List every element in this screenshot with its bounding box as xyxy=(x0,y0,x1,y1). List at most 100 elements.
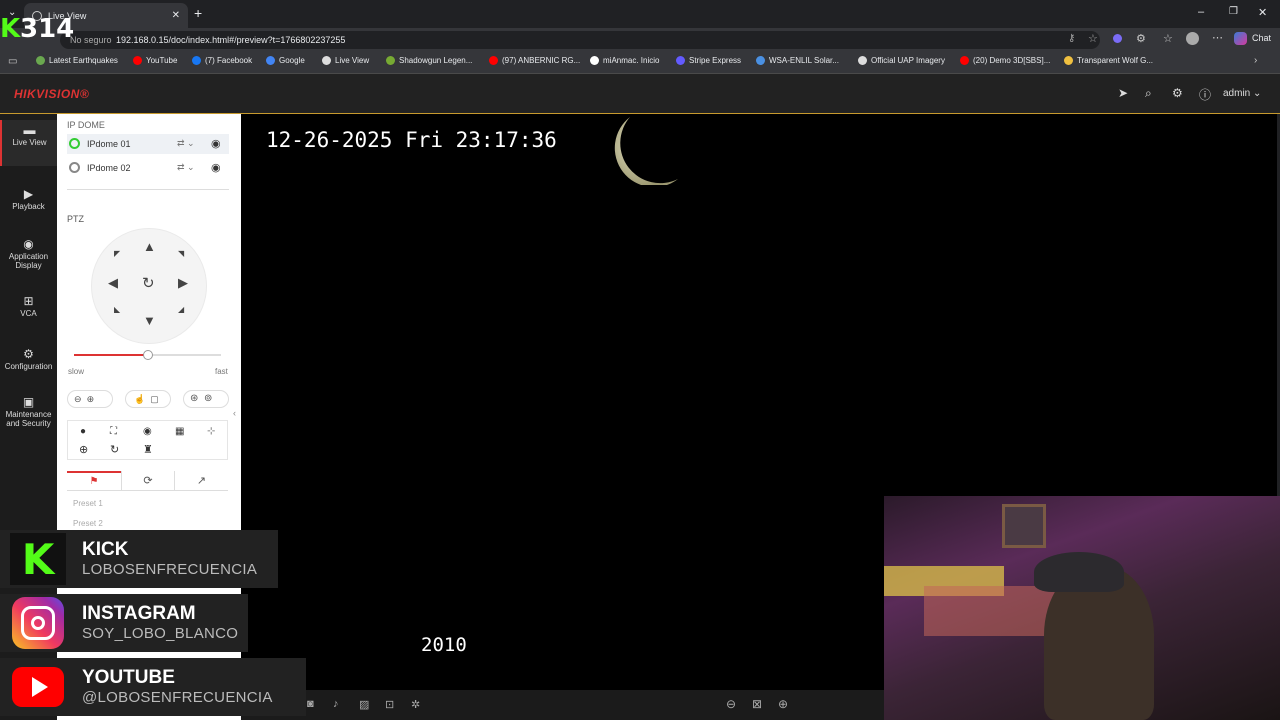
tab-presets[interactable]: ⚑ xyxy=(67,471,121,491)
bookmark-label: Latest Earthquakes xyxy=(49,56,118,65)
bookmark-favicon-icon xyxy=(858,56,867,65)
puzzle-icon[interactable]: ⚙ xyxy=(1136,32,1146,45)
social-name: YOUTUBE xyxy=(82,667,175,688)
light-icon[interactable]: ● xyxy=(80,426,86,437)
nav-item-live-view[interactable]: ▬ Live View xyxy=(0,120,57,166)
bookmark-item[interactable]: miAnmac. Inicio xyxy=(590,56,659,65)
fast-label: fast xyxy=(215,367,228,376)
capture-icon[interactable]: ◙ xyxy=(307,698,314,710)
url-field[interactable]: No seguro 192.168.0.15/doc/index.html#/p… xyxy=(60,31,1100,49)
bookmark-item[interactable]: (20) Demo 3D[SBS]... xyxy=(960,56,1050,65)
ptz-auto-button[interactable]: ↻ xyxy=(142,274,155,292)
image-icon[interactable]: ▨ xyxy=(359,698,369,711)
bookmark-favicon-icon xyxy=(756,56,765,65)
nav-item-playback[interactable]: ▶ Playback xyxy=(0,187,57,211)
3d-position-icon[interactable]: ✲ xyxy=(411,698,420,711)
settings-icon[interactable]: ⚙ xyxy=(1172,86,1183,100)
previous-icon[interactable]: ⊖ xyxy=(726,697,736,711)
ptz-down-button[interactable]: ▼ xyxy=(143,313,156,328)
info-icon[interactable]: ⓘ xyxy=(1199,86,1211,103)
playback-icon: ▶ xyxy=(23,187,34,201)
stop-all-icon[interactable]: ⊠ xyxy=(752,697,762,711)
new-tab-icon[interactable]: + xyxy=(194,5,202,21)
bookmark-item[interactable]: Stripe Express xyxy=(676,56,741,65)
bookmark-label: YouTube xyxy=(146,56,178,65)
zoom-area-icon[interactable]: ⊕ xyxy=(79,443,88,456)
iris-open-icon[interactable]: ⊚ xyxy=(204,393,212,404)
copilot-icon[interactable] xyxy=(1234,32,1247,45)
app-header: HIKVISION® ➤ ⌕ ⚙ ⓘ admin ⌄ xyxy=(0,74,1280,114)
extension-icon[interactable] xyxy=(1113,34,1122,43)
bookmark-item[interactable]: Live View xyxy=(322,56,369,65)
star-icon[interactable]: ☆ xyxy=(1088,32,1098,45)
bookmark-item[interactable]: WSA-ENLIL Solar... xyxy=(756,56,839,65)
bookmark-item[interactable]: YouTube xyxy=(133,56,177,65)
camera-group-title: IP DOME xyxy=(67,120,105,130)
grid-icon[interactable]: ▦ xyxy=(175,426,184,437)
nav-item-application-display[interactable]: ◉ Application Display xyxy=(0,238,57,270)
bookmark-item[interactable]: Official UAP Imagery xyxy=(858,56,945,65)
focus-near-icon[interactable]: ☝ xyxy=(134,394,145,404)
digital-zoom-icon[interactable]: ⊡ xyxy=(385,698,394,711)
sidebar-toggle-icon[interactable]: ▭ xyxy=(8,56,17,67)
track-icon[interactable]: ⊹ xyxy=(207,426,215,437)
zoom-out-icon[interactable]: ⊖ xyxy=(74,394,82,404)
bookmark-label: Official UAP Imagery xyxy=(871,56,945,65)
park-icon[interactable]: ♜ xyxy=(143,443,153,456)
profile-avatar[interactable] xyxy=(1186,32,1199,45)
bookmarks-overflow-icon[interactable]: › xyxy=(1254,55,1257,66)
nav-item-maintenance[interactable]: ▣ Maintenance and Security xyxy=(0,395,57,428)
nav-item-configuration[interactable]: ⚙ Configuration xyxy=(0,348,57,371)
ptz-upright-button[interactable]: ◥ xyxy=(178,249,184,258)
ptz-direction-pad: ▲ ▼ ◀ ▶ ↻ ◤ ◥ ◣ ◢ xyxy=(91,228,207,344)
preset-item[interactable]: Preset 1 xyxy=(73,499,103,508)
focus-icon[interactable]: ◉ xyxy=(143,426,152,437)
record-icon[interactable]: ◉ xyxy=(211,161,221,174)
speed-handle[interactable] xyxy=(142,350,153,360)
bookmark-favicon-icon xyxy=(676,56,685,65)
ptz-left-button[interactable]: ◀ xyxy=(108,275,118,291)
iris-close-icon[interactable]: ⊛ xyxy=(190,393,198,404)
tab-pattern[interactable]: ↗ xyxy=(175,471,228,491)
reset-icon[interactable]: ↻ xyxy=(110,443,119,456)
bookmark-item[interactable]: (97) ANBERNIC RG... xyxy=(489,56,580,65)
camera-row[interactable]: IPdome 01 ⇄ ⌄ ◉ xyxy=(67,134,229,154)
chat-button[interactable]: Chat xyxy=(1252,33,1271,43)
menu-dots-icon[interactable]: ⋯ xyxy=(1212,31,1223,44)
maximize-icon[interactable]: ❐ xyxy=(1229,6,1238,17)
next-icon[interactable]: ⊕ xyxy=(778,697,788,711)
record-icon[interactable]: ◉ xyxy=(211,137,221,150)
ptz-up-button[interactable]: ▲ xyxy=(143,239,156,254)
ptz-downright-button[interactable]: ◢ xyxy=(178,305,184,314)
bookmark-item[interactable]: Transparent Wolf G... xyxy=(1064,56,1153,65)
microphone-icon[interactable]: ♪ xyxy=(333,698,339,710)
bookmark-label: (97) ANBERNIC RG... xyxy=(502,56,581,65)
preset-item[interactable]: Preset 2 xyxy=(73,519,103,528)
ptz-right-button[interactable]: ▶ xyxy=(178,275,188,291)
tab-patrol[interactable]: ⟳ xyxy=(121,471,175,491)
search-icon[interactable]: ⌕ xyxy=(1145,86,1152,101)
key-icon[interactable]: ⚷ xyxy=(1068,33,1075,44)
ptz-upleft-button[interactable]: ◤ xyxy=(114,249,120,258)
close-tab-icon[interactable]: ✕ xyxy=(172,10,180,21)
bookmark-item[interactable]: (7) Facebook xyxy=(192,56,252,65)
maintenance-icon: ▣ xyxy=(22,395,35,409)
wiper-icon[interactable]: ⛶ xyxy=(110,426,117,437)
user-menu[interactable]: admin ⌄ xyxy=(1223,88,1261,99)
favorites-icon[interactable]: ☆ xyxy=(1163,32,1173,45)
bookmark-item[interactable]: Latest Earthquakes xyxy=(36,56,118,65)
send-icon[interactable]: ➤ xyxy=(1118,86,1128,100)
bookmark-item[interactable]: Google xyxy=(266,56,305,65)
collapse-panel-icon[interactable]: ‹ xyxy=(233,408,236,418)
speed-slider[interactable] xyxy=(74,350,221,360)
camera-row[interactable]: IPdome 02 ⇄ ⌄ ◉ xyxy=(67,158,229,178)
bookmark-item[interactable]: Shadowgun Legen... xyxy=(386,56,472,65)
minimize-icon[interactable]: – xyxy=(1198,6,1204,18)
stream-select-icon[interactable]: ⇄ ⌄ xyxy=(177,162,195,173)
ptz-downleft-button[interactable]: ◣ xyxy=(114,305,120,314)
close-window-icon[interactable]: ✕ xyxy=(1258,6,1267,19)
zoom-in-icon[interactable]: ⊕ xyxy=(87,394,95,404)
nav-item-vca[interactable]: ⊞ VCA xyxy=(0,295,57,318)
stream-select-icon[interactable]: ⇄ ⌄ xyxy=(177,138,195,149)
focus-far-icon[interactable]: ▢ xyxy=(150,394,159,404)
